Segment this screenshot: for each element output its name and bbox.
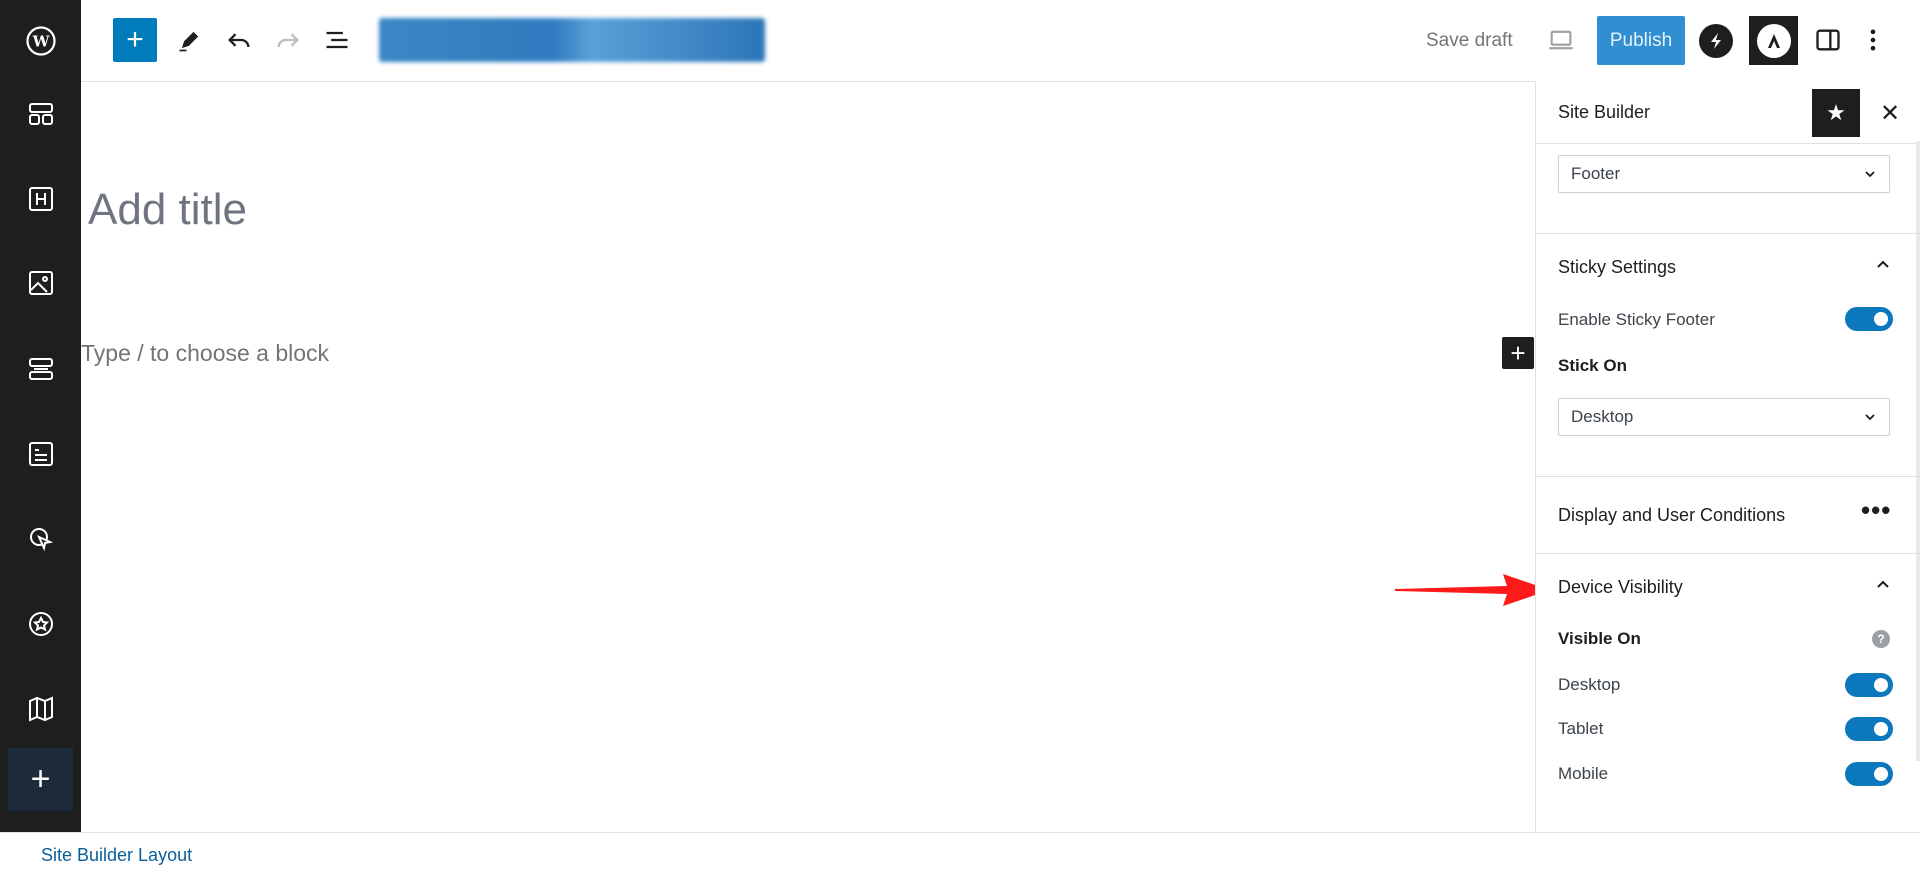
panel-header: Site Builder ★ ✕	[1536, 81, 1920, 144]
divider	[1536, 553, 1920, 554]
stick-on-select[interactable]: Desktop	[1558, 398, 1890, 436]
visible-on-label: Visible On	[1558, 629, 1641, 648]
block-placeholder[interactable]: Type / to choose a block	[81, 340, 329, 367]
block-inserter-button[interactable]: +	[113, 18, 157, 62]
stick-on-label: Stick On	[1558, 356, 1627, 375]
blurred-document-title	[379, 18, 765, 62]
annotation-arrow-icon	[1395, 574, 1550, 606]
admin-sidebar: W +	[0, 0, 81, 832]
divider	[1536, 476, 1920, 477]
sidebar-toggle-icon[interactable]	[1808, 20, 1848, 60]
divider	[1536, 233, 1920, 234]
editor-footer: Site Builder Layout	[0, 832, 1920, 879]
edit-pencil-icon[interactable]	[170, 20, 210, 60]
settings-panel: Site Builder ★ ✕ Footer Sticky Settings …	[1535, 81, 1920, 832]
wordpress-logo-icon[interactable]: W	[0, 11, 81, 71]
chevron-up-icon[interactable]	[1871, 573, 1895, 597]
device-mobile-label: Mobile	[1558, 764, 1609, 783]
device-desktop-toggle[interactable]	[1845, 673, 1893, 697]
chevron-down-icon	[1865, 171, 1875, 178]
map-icon[interactable]	[0, 679, 81, 739]
svg-text:W: W	[31, 32, 50, 50]
more-options-icon[interactable]	[1853, 20, 1893, 60]
image-icon[interactable]	[0, 253, 81, 313]
publish-button[interactable]: Publish	[1597, 16, 1685, 65]
post-icon[interactable]	[0, 424, 81, 484]
device-tablet-toggle[interactable]	[1845, 717, 1893, 741]
star-circle-icon[interactable]	[0, 594, 81, 654]
chevron-down-icon	[1865, 414, 1875, 421]
layout-type-value: Footer	[1571, 164, 1621, 183]
redo-icon[interactable]	[268, 20, 308, 60]
chevron-up-icon[interactable]	[1871, 253, 1895, 277]
inline-add-block-button[interactable]: +	[1502, 337, 1534, 369]
layout-type-select[interactable]: Footer	[1558, 155, 1890, 193]
sticky-settings-title[interactable]: Sticky Settings	[1558, 257, 1676, 278]
sidebar-add-button[interactable]: +	[8, 748, 73, 811]
group-icon[interactable]	[0, 339, 81, 399]
star-icon[interactable]: ★	[1812, 89, 1860, 137]
display-conditions-title[interactable]: Display and User Conditions	[1558, 505, 1785, 526]
editor-toolbar: + Save draft Publish	[81, 0, 1920, 82]
device-mobile-toggle[interactable]	[1845, 762, 1893, 786]
close-icon[interactable]: ✕	[1870, 93, 1910, 133]
help-icon[interactable]: ?	[1872, 630, 1890, 648]
astra-settings-icon[interactable]	[1749, 16, 1798, 65]
device-desktop-label: Desktop	[1558, 675, 1621, 694]
panel-title: Site Builder	[1558, 102, 1651, 122]
more-dots-icon[interactable]: •••	[1861, 497, 1897, 525]
breadcrumb[interactable]: Site Builder Layout	[41, 845, 192, 866]
undo-icon[interactable]	[219, 20, 259, 60]
plugin-badge-icon[interactable]	[1699, 24, 1733, 58]
enable-sticky-footer-label: Enable Sticky Footer	[1558, 310, 1715, 329]
device-visibility-title[interactable]: Device Visibility	[1558, 577, 1683, 598]
preview-device-icon[interactable]	[1541, 20, 1581, 60]
list-view-icon[interactable]	[317, 20, 357, 60]
heading-icon[interactable]	[0, 169, 81, 229]
pointer-icon[interactable]	[0, 509, 81, 569]
enable-sticky-footer-toggle[interactable]	[1845, 307, 1893, 331]
post-title-placeholder[interactable]: Add title	[88, 185, 247, 235]
save-draft-button[interactable]: Save draft	[1426, 24, 1513, 58]
stick-on-value: Desktop	[1571, 407, 1634, 426]
device-tablet-label: Tablet	[1558, 719, 1604, 738]
layout-icon[interactable]	[0, 84, 81, 144]
panel-scrollbar[interactable]	[1916, 141, 1920, 761]
